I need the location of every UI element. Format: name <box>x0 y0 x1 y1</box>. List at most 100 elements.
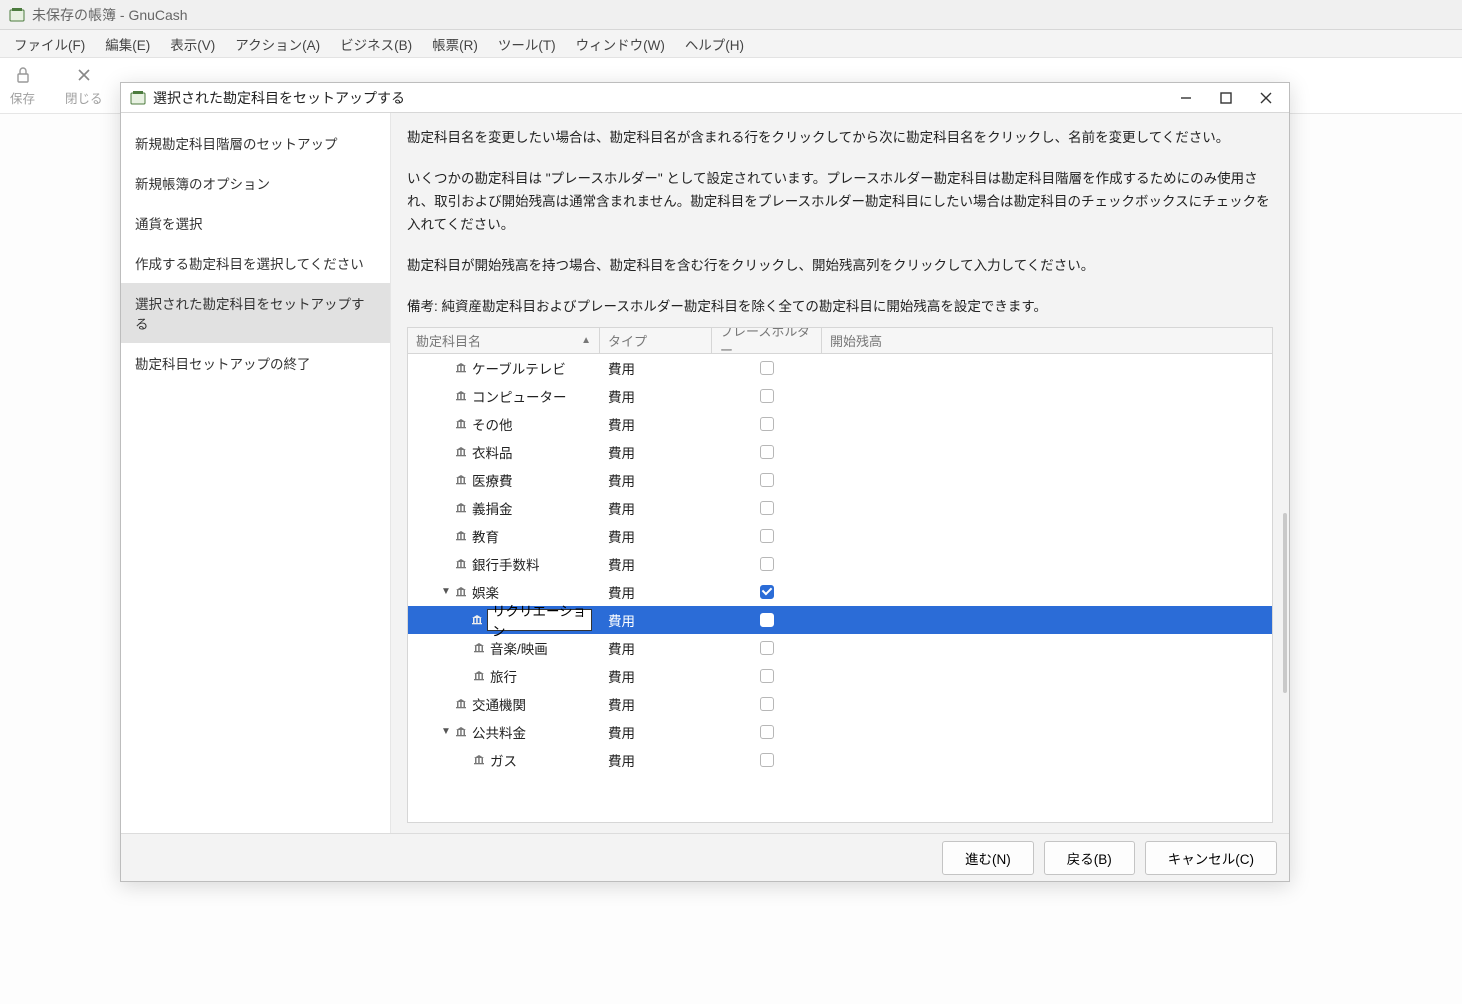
account-name: ケーブルテレビ <box>472 358 566 378</box>
placeholder-checkbox[interactable] <box>760 361 774 375</box>
placeholder-checkbox[interactable] <box>760 753 774 767</box>
opening-balance[interactable] <box>822 438 1272 466</box>
placeholder-checkbox[interactable] <box>760 501 774 515</box>
account-type: 費用 <box>600 438 712 466</box>
account-icon <box>454 474 468 486</box>
opening-balance[interactable] <box>822 522 1272 550</box>
opening-balance[interactable] <box>822 746 1272 774</box>
placeholder-checkbox[interactable] <box>760 389 774 403</box>
account-type: 費用 <box>600 522 712 550</box>
placeholder-checkbox[interactable] <box>760 445 774 459</box>
account-icon <box>472 754 486 766</box>
opening-balance[interactable] <box>822 578 1272 606</box>
step-hierarchy[interactable]: 新規勘定科目階層のセットアップ <box>121 123 390 163</box>
placeholder-checkbox[interactable] <box>760 529 774 543</box>
opening-balance[interactable] <box>822 634 1272 662</box>
step-options[interactable]: 新規帳簿のオプション <box>121 163 390 203</box>
menu-tools[interactable]: ツール(T) <box>488 30 566 58</box>
opening-balance[interactable] <box>822 606 1272 634</box>
table-body[interactable]: ケーブルテレビ費用コンピューター費用その他費用衣料品費用医療費費用義捐金費用教育… <box>408 354 1272 822</box>
menu-reports[interactable]: 帳票(R) <box>422 30 488 58</box>
account-icon <box>472 642 486 654</box>
dialog-titlebar: 選択された勘定科目をセットアップする <box>121 83 1289 113</box>
menu-view[interactable]: 表示(V) <box>160 30 225 58</box>
table-row[interactable]: ケーブルテレビ費用 <box>408 354 1272 382</box>
account-type: 費用 <box>600 718 712 746</box>
account-icon <box>454 418 468 430</box>
account-name: 交通機関 <box>472 694 526 714</box>
table-row[interactable]: 教育費用 <box>408 522 1272 550</box>
menu-action[interactable]: アクション(A) <box>225 30 330 58</box>
table-row[interactable]: 交通機関費用 <box>408 690 1272 718</box>
table-row[interactable]: 旅行費用 <box>408 662 1272 690</box>
step-setup[interactable]: 選択された勘定科目をセットアップする <box>121 283 390 343</box>
placeholder-checkbox[interactable] <box>760 417 774 431</box>
table-row[interactable]: その他費用 <box>408 410 1272 438</box>
placeholder-checkbox[interactable] <box>760 697 774 711</box>
opening-balance[interactable] <box>822 410 1272 438</box>
account-icon <box>454 390 468 402</box>
menu-edit[interactable]: 編集(E) <box>95 30 160 58</box>
menu-window[interactable]: ウィンドウ(W) <box>566 30 675 58</box>
opening-balance[interactable] <box>822 382 1272 410</box>
menu-file[interactable]: ファイル(F) <box>4 30 95 58</box>
opening-balance[interactable] <box>822 550 1272 578</box>
col-placeholder[interactable]: プレースホルダー <box>712 328 822 353</box>
expander-icon[interactable]: ▼ <box>440 586 452 597</box>
placeholder-checkbox[interactable] <box>760 473 774 487</box>
account-name: ガス <box>490 750 517 770</box>
account-name: 義捐金 <box>472 498 513 518</box>
next-button[interactable]: 進む(N) <box>942 841 1034 875</box>
placeholder-checkbox[interactable] <box>760 613 774 627</box>
col-type[interactable]: タイプ <box>600 328 712 353</box>
opening-balance[interactable] <box>822 718 1272 746</box>
table-row[interactable]: 義捐金費用 <box>408 494 1272 522</box>
main-titlebar: 未保存の帳簿 - GnuCash <box>0 0 1462 30</box>
placeholder-checkbox[interactable] <box>760 669 774 683</box>
step-select[interactable]: 作成する勘定科目を選択してください <box>121 243 390 283</box>
menu-help[interactable]: ヘルプ(H) <box>675 30 754 58</box>
account-icon <box>454 558 468 570</box>
table-row[interactable]: ▼公共料金費用 <box>408 718 1272 746</box>
step-finish[interactable]: 勘定科目セットアップの終了 <box>121 343 390 383</box>
close-label: 閉じる <box>65 88 103 107</box>
account-type: 費用 <box>600 662 712 690</box>
table-row[interactable]: リクリエーション費用 <box>408 606 1272 634</box>
placeholder-checkbox[interactable] <box>760 557 774 571</box>
table-row[interactable]: 銀行手数料費用 <box>408 550 1272 578</box>
app-icon <box>8 6 26 24</box>
scrollbar[interactable] <box>1283 513 1287 693</box>
table-row[interactable]: ガス費用 <box>408 746 1272 774</box>
table-row[interactable]: 医療費 費用 <box>408 466 1272 494</box>
col-name[interactable]: 勘定科目名 ▲ <box>408 328 600 353</box>
col-balance[interactable]: 開始残高 <box>822 328 1272 353</box>
cancel-button[interactable]: キャンセル(C) <box>1145 841 1277 875</box>
table-row[interactable]: コンピューター費用 <box>408 382 1272 410</box>
account-type: 費用 <box>600 410 712 438</box>
close-button[interactable]: 閉じる <box>65 64 103 107</box>
opening-balance[interactable] <box>822 662 1272 690</box>
expander-icon[interactable]: ▼ <box>440 726 452 737</box>
placeholder-checkbox[interactable] <box>760 725 774 739</box>
opening-balance[interactable] <box>822 466 1272 494</box>
dialog-icon <box>129 89 147 107</box>
opening-balance[interactable] <box>822 354 1272 382</box>
sort-asc-icon: ▲ <box>581 335 591 346</box>
placeholder-checkbox[interactable] <box>760 641 774 655</box>
step-currency[interactable]: 通貨を選択 <box>121 203 390 243</box>
minimize-button[interactable] <box>1177 89 1195 107</box>
back-button[interactable]: 戻る(B) <box>1044 841 1135 875</box>
placeholder-checkbox[interactable] <box>760 585 774 599</box>
opening-balance[interactable] <box>822 690 1272 718</box>
table-row[interactable]: 音楽/映画費用 <box>408 634 1272 662</box>
close-dialog-button[interactable] <box>1257 89 1275 107</box>
save-button[interactable]: 保存 <box>10 64 35 107</box>
maximize-button[interactable] <box>1217 89 1235 107</box>
account-type: 費用 <box>600 466 712 494</box>
account-name-input[interactable]: リクリエーション <box>487 609 592 631</box>
account-icon <box>471 614 483 626</box>
opening-balance[interactable] <box>822 494 1272 522</box>
account-name: 医療費 <box>472 470 513 490</box>
table-row[interactable]: 衣料品費用 <box>408 438 1272 466</box>
menu-business[interactable]: ビジネス(B) <box>330 30 422 58</box>
